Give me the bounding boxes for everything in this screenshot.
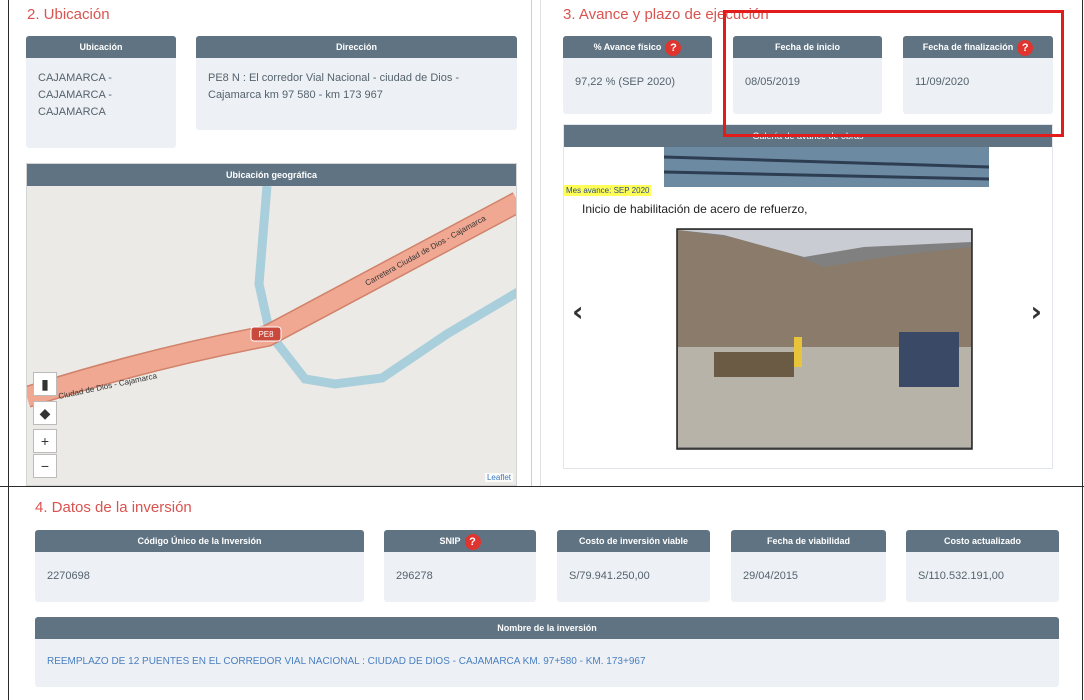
costo-card: Costo de inversión viable S/79.941.250,0… [557,530,710,602]
map-header: Ubicación geográfica [27,164,516,186]
zoom-out-button[interactable]: − [33,454,57,478]
photo-caption: Inicio de habilitación de acero de refue… [582,202,808,216]
nombre-inversion-value[interactable]: REEMPLAZO DE 12 PUENTES EN EL CORREDOR V… [35,639,1059,682]
mes-avance-tag: Mes avance: SEP 2020 [564,185,652,196]
codigo-value: 2270698 [47,570,90,582]
column-divider-secondary [540,0,541,486]
ubicacion-card: Ubicación CAJAMARCA - CAJAMARCA - CAJAMA… [26,36,176,148]
nombre-inversion-card: Nombre de la inversión REEMPLAZO DE 12 P… [35,617,1059,687]
section-title-ubicacion: 2. Ubicación [27,6,110,23]
column-divider [531,0,532,486]
frame-right-border [1082,0,1083,700]
route-marker-label: PE8 [258,330,274,339]
nombre-inversion-header: Nombre de la inversión [35,617,1059,639]
help-icon[interactable]: ? [665,39,682,56]
costo-actualizado-value: S/110.532.191,00 [918,570,1005,582]
fecha-viabilidad-value: 29/04/2015 [743,570,799,582]
avance-fisico-value: 97,22 % (SEP 2020) [575,76,676,88]
fecha-viabilidad-card: Fecha de viabilidad 29/04/2015 [731,530,886,602]
section-title-inversion: 4. Datos de la inversión [35,499,192,516]
snip-value: 296278 [396,570,433,582]
peru-map-icon[interactable]: ◆ [33,401,57,425]
zoom-in-button[interactable]: + [33,429,57,453]
avance-fisico-card: % Avance físico? 97,22 % (SEP 2020) [563,36,712,114]
costo-value: S/79.941.250,00 [569,570,650,582]
street-view-icon[interactable]: ▮ [33,372,57,396]
avance-gallery: Galería de avance de obras Mes avance: S… [563,124,1053,469]
snip-card: SNIP? 296278 [384,530,536,602]
direccion-card: Dirección PE8 N : El corredor Vial Nacio… [196,36,517,130]
costo-actualizado-card: Costo actualizado S/110.532.191,00 [906,530,1059,602]
snip-label: SNIP [439,536,461,546]
direccion-value: PE8 N : El corredor Vial Nacional - ciud… [208,72,460,101]
highlight-box [723,10,1064,137]
direccion-card-header: Dirección [196,36,517,58]
chevron-left-icon[interactable]: ‹ [572,295,584,328]
fecha-viabilidad-header: Fecha de viabilidad [731,530,886,552]
avance-fisico-header: % Avance físico? [563,36,712,58]
costo-header: Costo de inversión viable [557,530,710,552]
section-divider [0,486,1084,487]
leaflet-attribution[interactable]: Leaflet [484,473,513,482]
chevron-right-icon[interactable]: › [1030,295,1042,328]
snip-header: SNIP? [384,530,536,552]
location-map[interactable]: Ubicación geográfica Carretera Ciudad de… [26,163,517,486]
codigo-card: Código Único de la Inversión 2270698 [35,530,364,602]
costo-actualizado-header: Costo actualizado [906,530,1059,552]
frame-left-border [8,0,9,700]
help-icon[interactable]: ? [464,533,481,550]
ubicacion-card-header: Ubicación [26,36,176,58]
ubicacion-value: CAJAMARCA - CAJAMARCA - CAJAMARCA [38,72,112,118]
avance-fisico-label: % Avance físico [593,42,662,52]
codigo-header: Código Único de la Inversión [35,530,364,552]
map-canvas: Carretera Ciudad de Dios - Cajamarca Ciu… [27,164,516,485]
